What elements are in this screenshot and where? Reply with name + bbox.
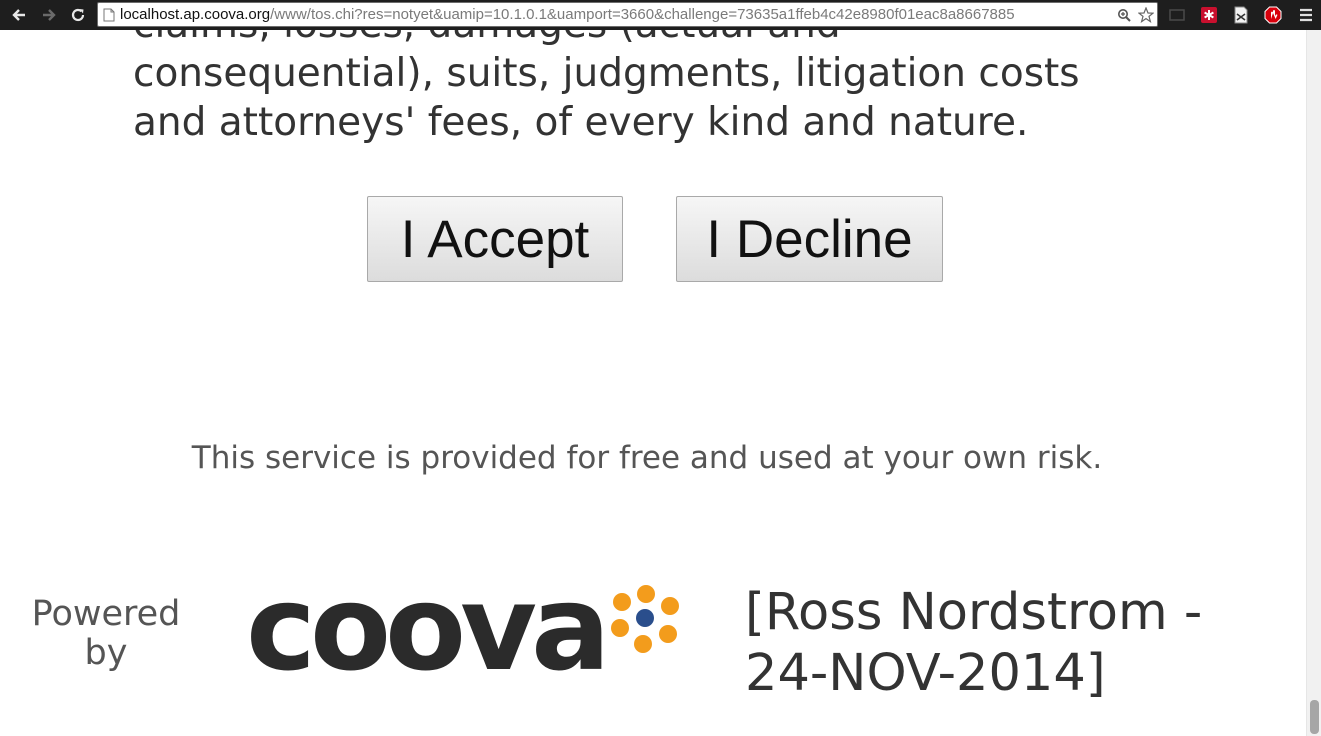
page-icon [98,3,120,26]
terms-of-service-text: claims, losses, damages (actual and cons… [133,30,1080,145]
cast-icon[interactable] [1167,5,1187,25]
coova-logo: coova [232,558,712,698]
bookmark-star-icon[interactable] [1135,3,1157,26]
browser-toolbar: localhost.ap.coova.org/www/tos.chi?res=n… [0,0,1321,30]
disclaimer-text: This service is provided for free and us… [191,440,1103,476]
decline-button[interactable]: I Decline [676,196,943,282]
scrollbar-thumb[interactable] [1310,700,1319,734]
url-host: localhost.ap.coova.org [120,6,271,23]
forward-arrow-icon [43,9,56,21]
reload-button[interactable] [67,4,89,26]
page-viewport: claims, losses, damages (actual and cons… [0,30,1306,736]
back-arrow-icon [12,9,25,21]
coova-flower-icon [611,585,679,653]
lastpass-extension-icon[interactable] [1199,5,1219,25]
url-text[interactable]: localhost.ap.coova.org/www/tos.chi?res=n… [120,3,1113,26]
powered-by-label: Powered by [31,594,181,673]
back-button[interactable] [8,4,30,26]
document-extension-icon[interactable] [1231,5,1251,25]
accept-button[interactable]: I Accept [367,196,623,282]
coova-logo-wordmark: coova [246,559,611,697]
zoom-icon[interactable] [1113,3,1135,26]
url-path: /www/tos.chi?res=notyet&uamip=10.1.0.1&u… [270,6,1015,23]
vertical-scrollbar[interactable] [1306,30,1321,736]
forward-button[interactable] [38,4,60,26]
address-bar[interactable]: localhost.ap.coova.org/www/tos.chi?res=n… [97,2,1158,27]
reload-icon [71,8,85,22]
adblock-icon[interactable] [1263,5,1283,25]
author-credit: [Ross Nordstrom - 24-NOV-2014] [745,583,1203,703]
chrome-menu-icon[interactable] [1296,5,1316,25]
